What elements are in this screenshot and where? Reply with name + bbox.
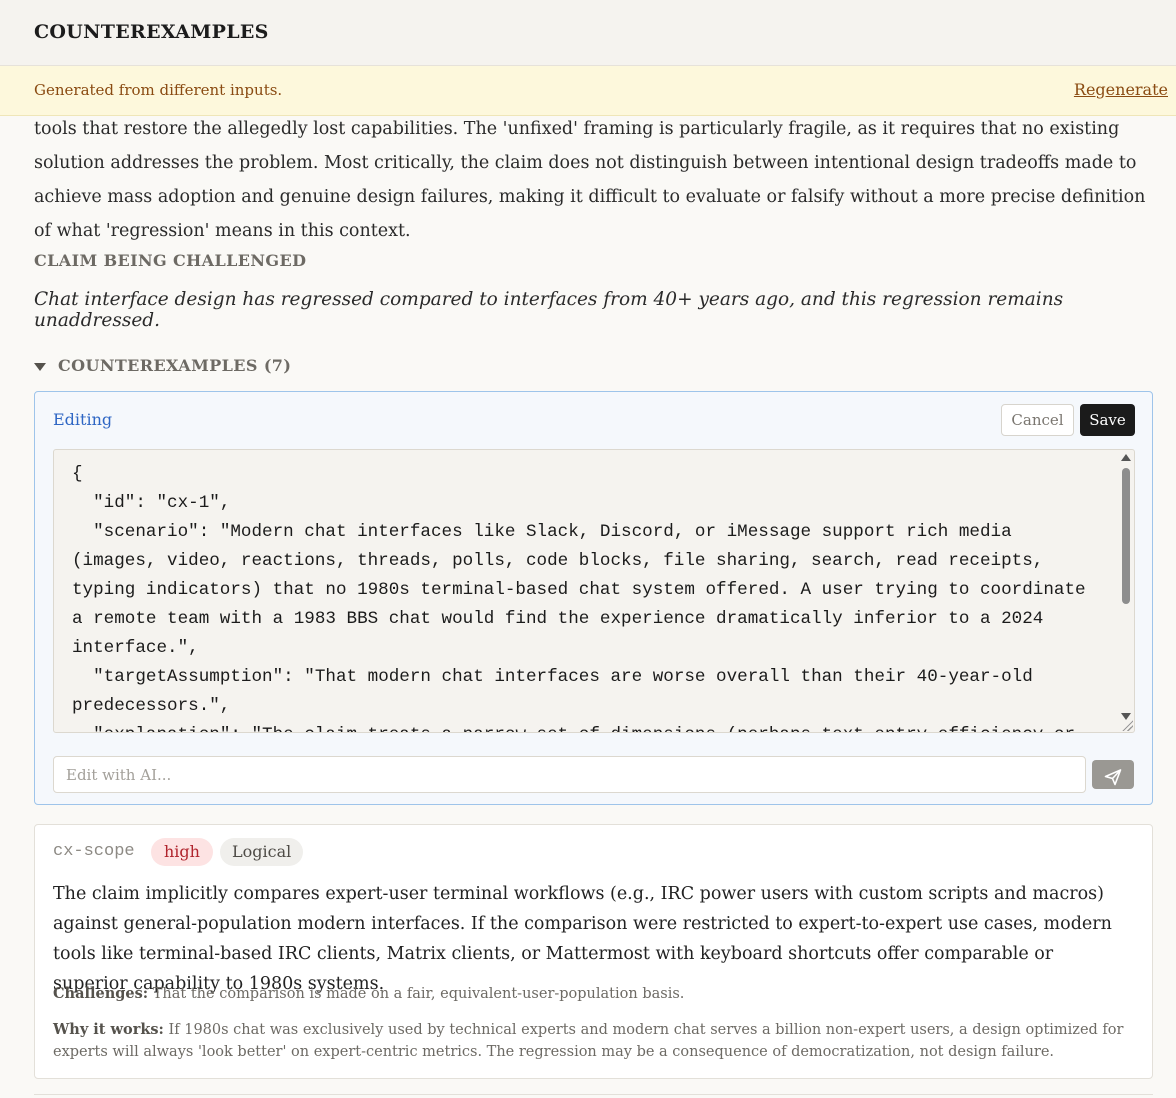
category-badge: Logical bbox=[220, 838, 304, 866]
app-title: COUNTEREXAMPLES bbox=[34, 21, 269, 43]
top-bar: COUNTEREXAMPLES bbox=[0, 0, 1176, 66]
resize-handle-icon[interactable] bbox=[1121, 719, 1133, 731]
challenges-label: Challenges: bbox=[53, 985, 149, 1002]
counterexamples-header-label: COUNTEREXAMPLES (7) bbox=[58, 356, 292, 375]
send-icon bbox=[1104, 769, 1122, 786]
scrollbar-thumb[interactable] bbox=[1122, 468, 1130, 604]
stale-notice-banner: Generated from different inputs. Regener… bbox=[0, 66, 1176, 116]
scroll-up-arrow-icon[interactable] bbox=[1121, 454, 1131, 461]
claim-text: Chat interface design has regressed comp… bbox=[34, 289, 1064, 331]
send-button[interactable] bbox=[1092, 760, 1134, 789]
editing-status: Editing bbox=[53, 410, 113, 429]
counterexample-scenario: The claim implicitly compares expert-use… bbox=[53, 884, 1112, 994]
cancel-button[interactable]: Cancel bbox=[1001, 404, 1074, 436]
next-card-edge bbox=[34, 1094, 1153, 1098]
edit-with-ai-input[interactable] bbox=[53, 756, 1086, 793]
why-it-works-text: If 1980s chat was exclusively used by te… bbox=[53, 1022, 1124, 1060]
notice-message: Generated from different inputs. bbox=[34, 81, 283, 99]
counterexample-editor: Editing Cancel Save { "id": "cx-1", "sce… bbox=[34, 391, 1153, 805]
analysis-summary: tools that restore the allegedly lost ca… bbox=[34, 119, 1146, 241]
counterexample-id: cx-scope bbox=[53, 842, 135, 861]
caret-down-icon bbox=[34, 362, 46, 371]
editor-scrollbar[interactable] bbox=[1120, 452, 1132, 720]
why-it-works-line: Why it works: If 1980s chat was exclusiv… bbox=[53, 1019, 1133, 1063]
counterexamples-toggle[interactable]: COUNTEREXAMPLES (7) bbox=[34, 356, 291, 375]
claim-label: CLAIM BEING CHALLENGED bbox=[34, 251, 307, 270]
severity-badge: high bbox=[151, 838, 213, 866]
save-button[interactable]: Save bbox=[1080, 404, 1135, 436]
json-editor-content[interactable]: { "id": "cx-1", "scenario": "Modern chat… bbox=[72, 460, 1102, 732]
challenges-line: Challenges: That the comparison is made … bbox=[53, 983, 1133, 1005]
regenerate-link[interactable]: Regenerate bbox=[1074, 80, 1168, 99]
why-it-works-label: Why it works: bbox=[53, 1021, 164, 1038]
challenges-text: That the comparison is made on a fair, e… bbox=[152, 986, 685, 1002]
counterexample-card: cx-scope high Logical The claim implicit… bbox=[34, 824, 1153, 1079]
json-editor-textarea[interactable]: { "id": "cx-1", "scenario": "Modern chat… bbox=[53, 449, 1135, 733]
